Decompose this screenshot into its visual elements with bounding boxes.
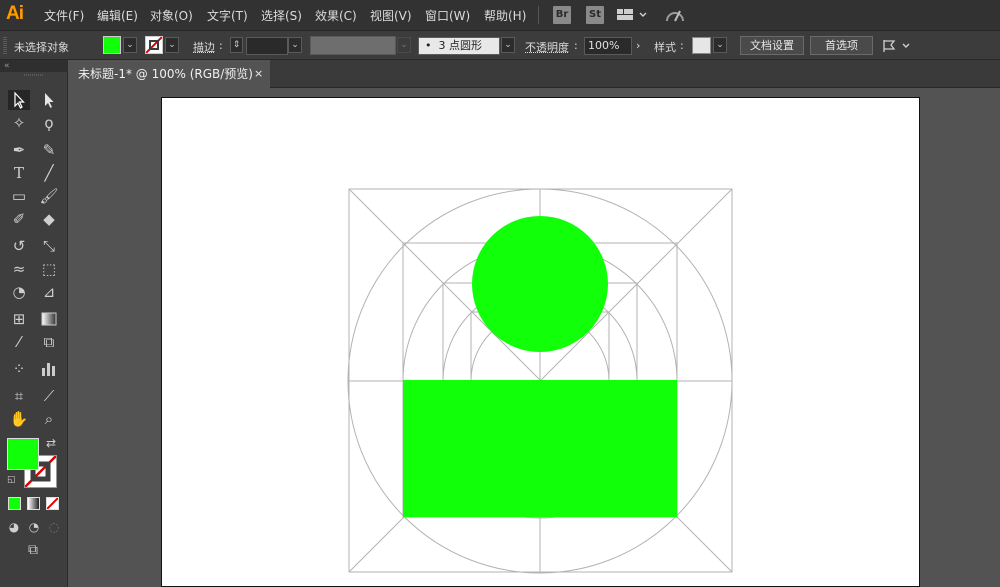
green-rectangle-shape[interactable] — [403, 380, 677, 517]
artwork-canvas — [347, 188, 733, 574]
green-circle-shape[interactable] — [472, 216, 608, 352]
